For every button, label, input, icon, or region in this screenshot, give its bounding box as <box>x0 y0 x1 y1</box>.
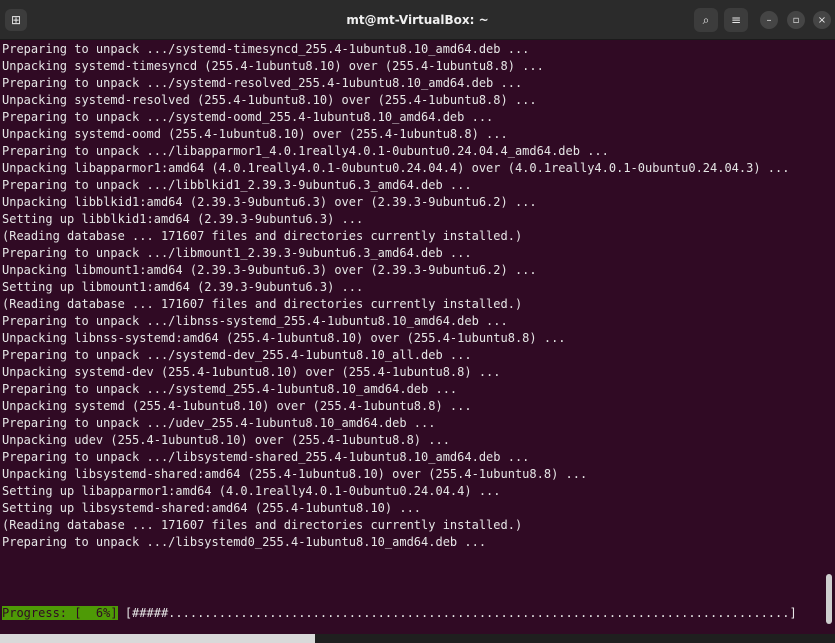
terminal-line: (Reading database ... 171607 files and d… <box>2 518 523 532</box>
minimize-icon: – <box>766 14 772 26</box>
terminal-line: Setting up libblkid1:amd64 (2.39.3-9ubun… <box>2 212 364 226</box>
terminal-line: (Reading database ... 171607 files and d… <box>2 229 523 243</box>
terminal-line: Preparing to unpack .../systemd-oomd_255… <box>2 110 494 124</box>
terminal-line: (Reading database ... 171607 files and d… <box>2 297 523 311</box>
terminal-line: Preparing to unpack .../systemd_255.4-1u… <box>2 382 458 396</box>
terminal-line: Preparing to unpack .../libblkid1_2.39.3… <box>2 178 472 192</box>
terminal-line: Setting up libmount1:amd64 (2.39.3-9ubun… <box>2 280 364 294</box>
menu-button[interactable]: ≡ <box>724 8 748 32</box>
close-button[interactable]: × <box>813 11 831 29</box>
terminal-line: Preparing to unpack .../libmount1_2.39.3… <box>2 246 472 260</box>
terminal-line: Unpacking systemd-oomd (255.4-1ubuntu8.1… <box>2 127 508 141</box>
close-icon: × <box>817 14 827 26</box>
progress-label: Progress: [ 6%] <box>2 606 118 620</box>
terminal-line: Unpacking systemd-dev (255.4-1ubuntu8.10… <box>2 365 501 379</box>
search-icon: ⌕ <box>702 12 710 27</box>
terminal-line: Preparing to unpack .../libsystemd-share… <box>2 450 530 464</box>
title-bar: ⊞ mt@mt-VirtualBox: ~ ⌕ ≡ – ▫ × <box>0 0 835 40</box>
progress-line: Progress: [ 6%] [#####..................… <box>2 605 797 622</box>
terminal-line: Setting up libsystemd-shared:amd64 (255.… <box>2 501 422 515</box>
terminal-line: Unpacking udev (255.4-1ubuntu8.10) over … <box>2 433 450 447</box>
terminal-line: Setting up libapparmor1:amd64 (4.0.1real… <box>2 484 501 498</box>
terminal-tab-icon: ⊞ <box>10 13 22 27</box>
maximize-icon: ▫ <box>792 14 800 26</box>
terminal-line: Preparing to unpack .../systemd-resolved… <box>2 76 523 90</box>
terminal-line: Unpacking libsystemd-shared:amd64 (255.4… <box>2 467 588 481</box>
terminal-line: Unpacking libblkid1:amd64 (2.39.3-9ubunt… <box>2 195 537 209</box>
maximize-button[interactable]: ▫ <box>787 11 805 29</box>
terminal-line: Preparing to unpack .../libsystemd0_255.… <box>2 535 487 549</box>
progress-bar: [#####..................................… <box>117 606 797 620</box>
terminal-line: Unpacking systemd-resolved (255.4-1ubunt… <box>2 93 537 107</box>
terminal-line: Unpacking libmount1:amd64 (2.39.3-9ubunt… <box>2 263 537 277</box>
terminal-line: Unpacking libapparmor1:amd64 (4.0.1reall… <box>2 161 790 175</box>
bottom-strip <box>0 634 835 643</box>
terminal-line: Preparing to unpack .../systemd-dev_255.… <box>2 348 472 362</box>
minimize-button[interactable]: – <box>760 11 778 29</box>
terminal-line: Preparing to unpack .../udev_255.4-1ubun… <box>2 416 436 430</box>
terminal-line: Preparing to unpack .../libapparmor1_4.0… <box>2 144 609 158</box>
terminal-line: Unpacking libnss-systemd:amd64 (255.4-1u… <box>2 331 566 345</box>
terminal-line: Preparing to unpack .../libnss-systemd_2… <box>2 314 508 328</box>
terminal-line: Unpacking systemd-timesyncd (255.4-1ubun… <box>2 59 544 73</box>
terminal-line: Preparing to unpack .../systemd-timesync… <box>2 42 530 56</box>
taskbar-segment <box>0 634 315 643</box>
terminal-output[interactable]: Preparing to unpack .../systemd-timesync… <box>0 41 827 634</box>
search-button[interactable]: ⌕ <box>694 8 718 32</box>
scrollbar[interactable] <box>826 574 832 624</box>
new-tab-button[interactable]: ⊞ <box>5 9 27 31</box>
terminal-line: Unpacking systemd (255.4-1ubuntu8.10) ov… <box>2 399 472 413</box>
hamburger-menu-icon: ≡ <box>730 13 742 27</box>
